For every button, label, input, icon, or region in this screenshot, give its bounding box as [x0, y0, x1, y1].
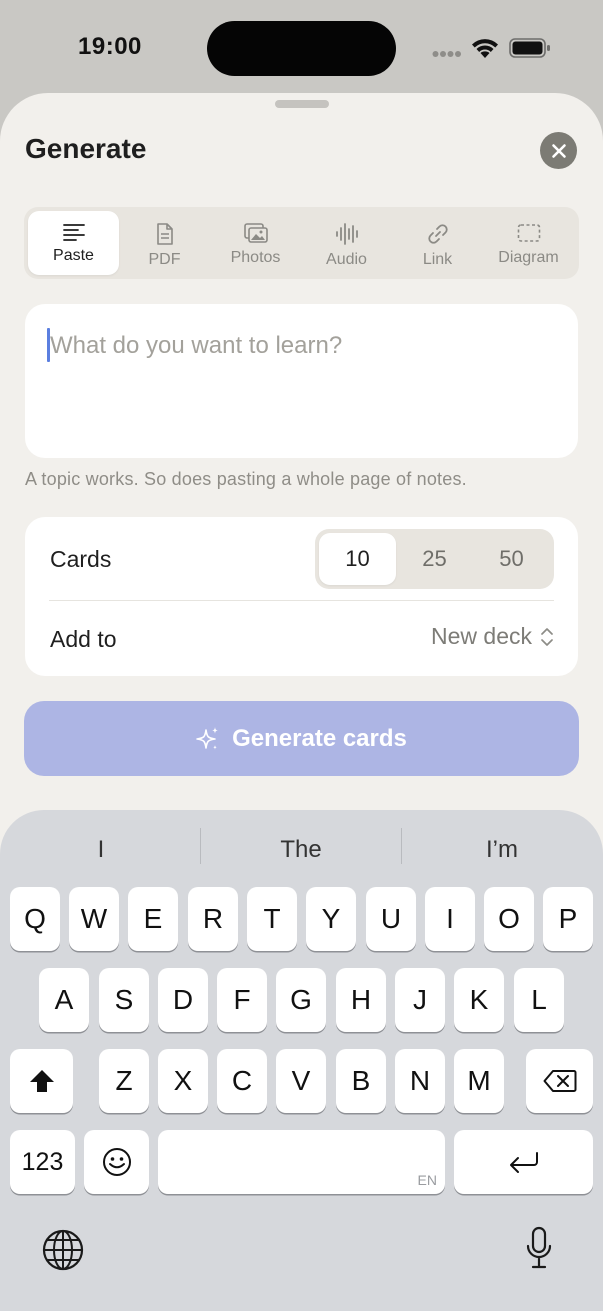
- key-l[interactable]: L: [514, 968, 564, 1032]
- key-z[interactable]: Z: [99, 1049, 149, 1113]
- status-time: 19:00: [78, 33, 142, 60]
- add-to-label: Add to: [50, 626, 117, 652]
- photos-icon: [243, 223, 268, 243]
- key-q[interactable]: Q: [10, 887, 60, 951]
- key-w[interactable]: W: [69, 887, 119, 951]
- key-a[interactable]: A: [39, 968, 89, 1032]
- key-d[interactable]: D: [158, 968, 208, 1032]
- key-y[interactable]: Y: [306, 887, 356, 951]
- numbers-key[interactable]: 123: [10, 1130, 75, 1194]
- suggestion-1[interactable]: I: [1, 830, 201, 870]
- emoji-key[interactable]: [84, 1130, 149, 1194]
- space-language-label: EN: [417, 1172, 437, 1188]
- card-count-50[interactable]: 50: [473, 533, 550, 585]
- sheet-grabber[interactable]: [275, 100, 329, 108]
- shift-icon: [29, 1070, 54, 1092]
- backspace-icon: [543, 1070, 576, 1092]
- return-icon: [509, 1152, 538, 1173]
- system-keyboard: I The I’m Q W E R T Y U I O P A S D F G …: [0, 810, 603, 1311]
- cellular-signal-icon: [432, 51, 461, 57]
- card-count-10[interactable]: 10: [319, 533, 396, 585]
- key-p[interactable]: P: [543, 887, 593, 951]
- deck-select-value: New deck: [431, 623, 532, 649]
- globe-icon[interactable]: [42, 1229, 84, 1271]
- key-c[interactable]: C: [217, 1049, 267, 1113]
- tab-diagram-label: Diagram: [498, 249, 559, 266]
- key-j[interactable]: J: [395, 968, 445, 1032]
- microphone-icon[interactable]: [525, 1226, 553, 1270]
- key-t[interactable]: T: [247, 887, 297, 951]
- cards-label: Cards: [50, 546, 112, 572]
- input-hint: A topic works. So does pasting a whole p…: [25, 469, 467, 489]
- key-h[interactable]: H: [336, 968, 386, 1032]
- link-icon: [427, 224, 448, 244]
- generate-cards-label: Generate cards: [232, 724, 407, 752]
- battery-icon: [509, 38, 550, 58]
- waveform-icon: [335, 223, 358, 245]
- topic-input-placeholder: What do you want to learn?: [50, 332, 343, 359]
- wifi-icon: [472, 39, 498, 58]
- chevron-up-down-icon: [541, 627, 553, 646]
- text-lines-icon: [62, 224, 85, 241]
- key-o[interactable]: O: [484, 887, 534, 951]
- source-tabs: Paste PDF Photos Audio Link Diagram: [24, 207, 579, 279]
- key-m[interactable]: M: [454, 1049, 504, 1113]
- deck-select[interactable]: New deck: [431, 623, 554, 650]
- tab-pdf-label: PDF: [148, 251, 181, 268]
- key-u[interactable]: U: [366, 887, 416, 951]
- suggestion-3[interactable]: I’m: [402, 830, 602, 870]
- key-k[interactable]: K: [454, 968, 504, 1032]
- key-f[interactable]: F: [217, 968, 267, 1032]
- tab-paste-label: Paste: [53, 247, 94, 264]
- tab-audio-label: Audio: [326, 251, 367, 268]
- topic-input[interactable]: What do you want to learn?: [25, 304, 578, 458]
- close-button[interactable]: [540, 132, 577, 169]
- key-v[interactable]: V: [276, 1049, 326, 1113]
- key-s[interactable]: S: [99, 968, 149, 1032]
- tab-photos[interactable]: Photos: [210, 211, 301, 275]
- emoji-icon: [102, 1148, 131, 1176]
- backspace-key[interactable]: [526, 1049, 593, 1113]
- key-e[interactable]: E: [128, 887, 178, 951]
- key-n[interactable]: N: [395, 1049, 445, 1113]
- tab-photos-label: Photos: [230, 249, 281, 266]
- tab-pdf[interactable]: PDF: [119, 211, 210, 275]
- return-key[interactable]: [454, 1130, 593, 1194]
- tab-link[interactable]: Link: [392, 211, 483, 275]
- key-g[interactable]: G: [276, 968, 326, 1032]
- key-i[interactable]: I: [425, 887, 475, 951]
- key-x[interactable]: X: [158, 1049, 208, 1113]
- dashed-rect-icon: [517, 224, 540, 242]
- generate-cards-button[interactable]: Generate cards: [24, 701, 579, 776]
- shift-key[interactable]: [10, 1049, 73, 1113]
- card-count-selector: 10 25 50: [315, 529, 554, 589]
- settings-card: Cards 10 25 50 Add to New deck: [25, 517, 578, 676]
- status-bar: 19:00: [0, 0, 603, 95]
- suggestion-2[interactable]: The: [201, 830, 401, 870]
- settings-divider: [49, 600, 554, 601]
- sparkles-icon: [196, 726, 219, 750]
- document-icon: [156, 223, 173, 245]
- tab-link-label: Link: [422, 251, 453, 268]
- tab-paste[interactable]: Paste: [28, 211, 119, 275]
- tab-diagram[interactable]: Diagram: [483, 211, 574, 275]
- close-icon: [551, 143, 566, 158]
- sheet-title: Generate: [25, 133, 147, 164]
- key-r[interactable]: R: [188, 887, 238, 951]
- tab-audio[interactable]: Audio: [301, 211, 392, 275]
- dynamic-island: [207, 21, 396, 76]
- key-b[interactable]: B: [336, 1049, 386, 1113]
- space-key[interactable]: EN: [158, 1130, 445, 1194]
- card-count-25[interactable]: 25: [396, 533, 473, 585]
